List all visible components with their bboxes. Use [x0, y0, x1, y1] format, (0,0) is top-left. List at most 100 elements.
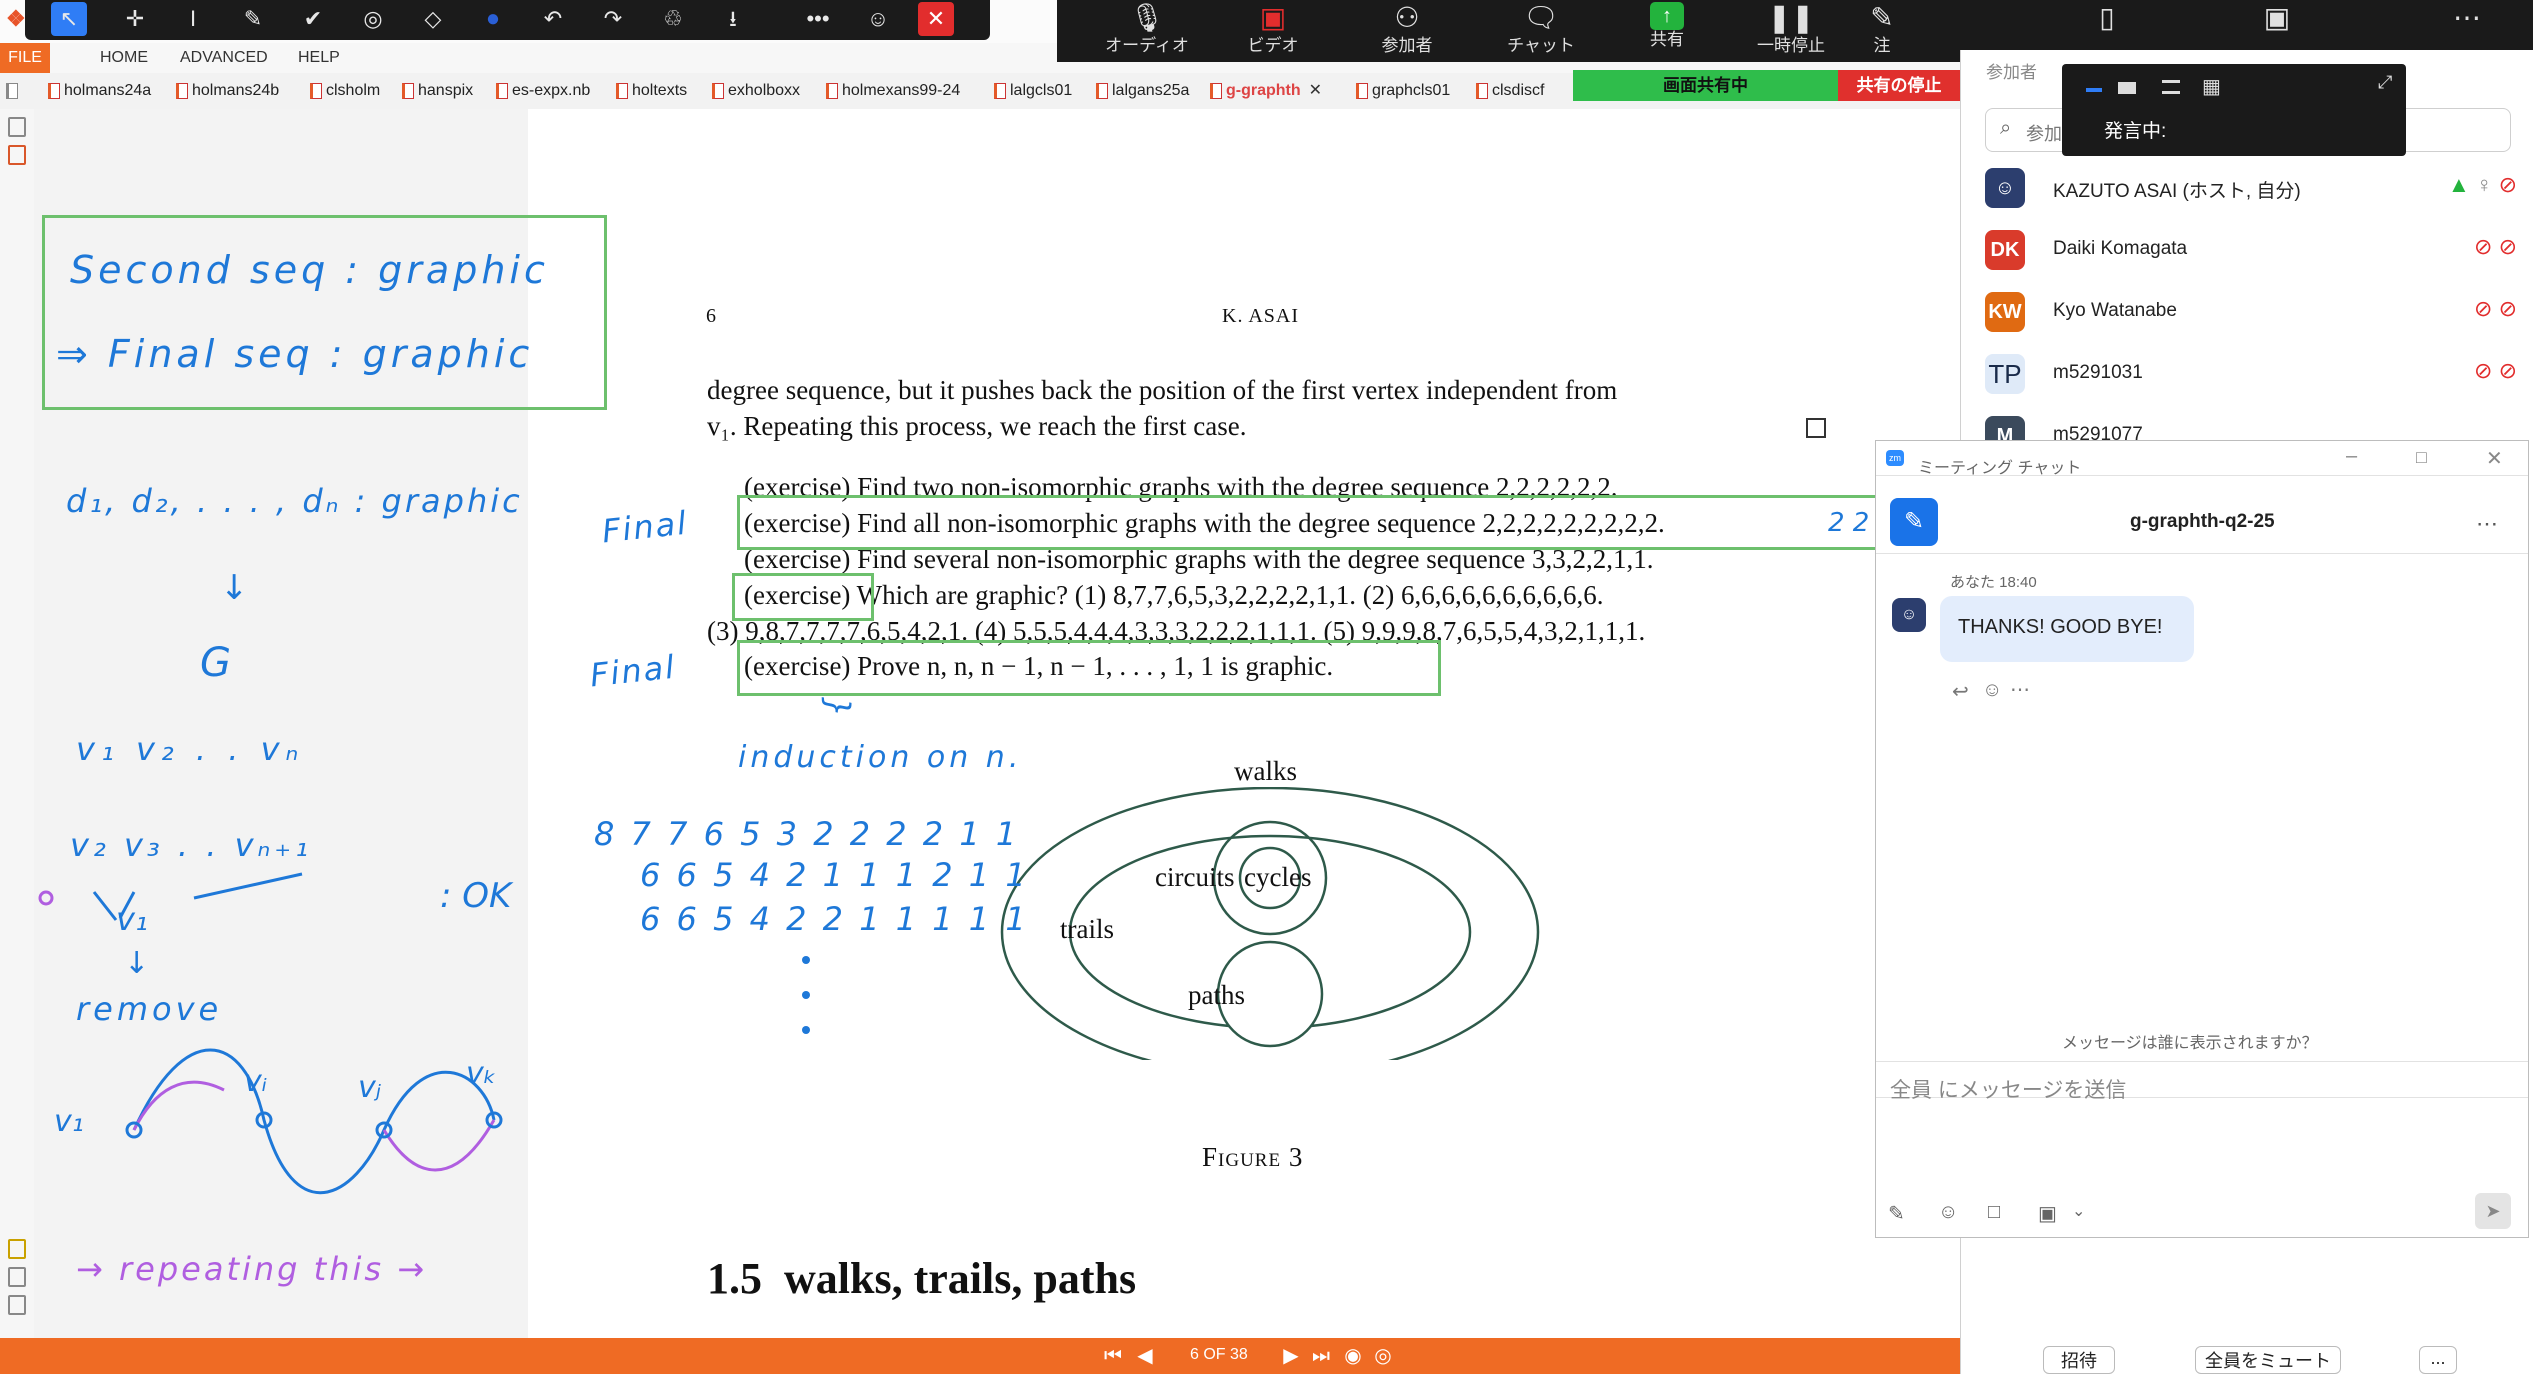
- doc-tab[interactable]: graphcls01: [1356, 77, 1450, 105]
- compose-icon[interactable]: ✎: [1890, 498, 1938, 546]
- doc-tab[interactable]: exholboxx: [712, 77, 800, 105]
- close-icon[interactable]: ✕: [2486, 446, 2503, 471]
- participants-button[interactable]: ⚇ 参加者: [1347, 0, 1467, 62]
- message-more-icon[interactable]: ⋯: [2010, 677, 2030, 702]
- doc-tab[interactable]: holmans24a: [48, 77, 151, 105]
- view-option-icon[interactable]: [2162, 80, 2180, 94]
- audio-label: オーディオ: [1105, 36, 1189, 55]
- annotate-button[interactable]: ✎ 注: [1857, 0, 1907, 62]
- participant-row[interactable]: ☺ KAZUTO ASAI (ホスト, 自分) ▲ ♀ ⊘: [1985, 162, 2525, 214]
- stamp-icon[interactable]: ◎: [355, 2, 391, 36]
- message-text: THANKS! GOOD BYE!: [1958, 616, 2163, 638]
- close-icon[interactable]: ✕: [918, 2, 954, 36]
- annotation-box: [737, 640, 1441, 696]
- video-button[interactable]: ▣ ビデオ: [1213, 0, 1333, 62]
- invite-button[interactable]: 招待: [2043, 1346, 2115, 1374]
- whiteboard-icon: ▣: [2263, 2, 2291, 33]
- ribbon-tab-advanced[interactable]: ADVANCED: [164, 43, 284, 73]
- chat-button[interactable]: 🗨︎ チャット: [1481, 0, 1601, 62]
- emoji-icon[interactable]: ☺: [1938, 1201, 1958, 1224]
- pen-icon[interactable]: ✎: [235, 2, 271, 36]
- eraser-icon[interactable]: ◇: [415, 2, 451, 36]
- first-page-icon[interactable]: ⏮: [1100, 1342, 1126, 1370]
- pdf-icon: [1476, 82, 1488, 99]
- chevron-down-icon[interactable]: ⌄: [2072, 1201, 2085, 1221]
- page-thumbnail-icon[interactable]: [8, 117, 26, 137]
- more-icon[interactable]: •••: [800, 2, 836, 36]
- doc-tab[interactable]: hanspix: [402, 77, 473, 105]
- mute-all-button[interactable]: 全員をミュート: [2195, 1346, 2341, 1374]
- ribbon-tab-help[interactable]: HELP: [282, 43, 356, 73]
- layers-icon[interactable]: [8, 1295, 26, 1315]
- select-icon[interactable]: ↖: [51, 2, 87, 36]
- video-off-icon: ⊘: [2498, 172, 2517, 197]
- left-tool-strip: [0, 109, 35, 1339]
- doc-tab[interactable]: holtexts: [616, 77, 687, 105]
- page-indicator[interactable]: 6 OF 38: [1190, 1346, 1248, 1364]
- participant-row[interactable]: M m5291077: [1985, 410, 2525, 440]
- participant-status-icons: ⊘ ⊘: [2474, 358, 2517, 384]
- participant-row[interactable]: DK Daiki Komagata ⊘ ⊘: [1985, 224, 2525, 276]
- participant-name: Daiki Komagata: [2053, 238, 2188, 259]
- color-icon[interactable]: ●: [475, 2, 511, 36]
- participant-row[interactable]: TP m5291031 ⊘ ⊘: [1985, 348, 2525, 400]
- doc-tab[interactable]: lalgcls01: [994, 77, 1072, 105]
- doc-tab-label: lalgcls01: [1010, 82, 1073, 99]
- tab-icon-list[interactable]: [6, 77, 22, 105]
- share-button[interactable]: ↑ 共有: [1607, 0, 1727, 62]
- save-icon[interactable]: ⭳: [715, 2, 751, 36]
- move-icon[interactable]: ✛: [117, 2, 153, 36]
- screen-sharing-status: 画面共有中: [1573, 70, 1838, 101]
- people-icon[interactable]: ☺: [860, 2, 896, 36]
- last-page-icon[interactable]: ⏭: [1308, 1342, 1334, 1370]
- doc-tab[interactable]: clsholm: [310, 77, 380, 105]
- label-trails: trails: [1060, 914, 1114, 944]
- participants-more-button[interactable]: ...: [2419, 1346, 2457, 1374]
- ribbon-tab-file[interactable]: FILE: [0, 43, 50, 73]
- attachment-icon[interactable]: [8, 1267, 26, 1287]
- minimize-icon[interactable]: –: [2346, 445, 2357, 468]
- undo-icon[interactable]: ↶: [535, 2, 571, 36]
- chat-more-icon[interactable]: ⋯: [2476, 511, 2498, 537]
- microphone-icon: ♀: [2475, 172, 2493, 197]
- audio-button[interactable]: 🎙︎ オーディオ: [1087, 0, 1207, 62]
- participant-row[interactable]: KW Kyo Watanabe ⊘ ⊘: [1985, 286, 2525, 338]
- doc-tab-active[interactable]: g-graphth ✕: [1210, 77, 1322, 105]
- doc-tab[interactable]: holmans24b: [176, 77, 279, 105]
- pause-button[interactable]: ❚❚ 一時停止: [1731, 0, 1851, 62]
- format-icon[interactable]: ✎: [1888, 1201, 1905, 1226]
- prev-page-icon[interactable]: ◀: [1132, 1342, 1158, 1370]
- file-icon[interactable]: □: [1988, 1201, 2000, 1224]
- trash-icon[interactable]: ♲: [655, 2, 691, 36]
- back-view-icon[interactable]: ◉: [1340, 1342, 1366, 1370]
- handwriting-note: 6 6 5 4 2 2 1 1 1 1 1: [640, 900, 1029, 938]
- expand-icon[interactable]: ⤢: [2378, 72, 2392, 93]
- bookmark-icon[interactable]: [8, 145, 26, 165]
- microphone-icon: 🎙︎: [1129, 2, 1165, 33]
- participants-panel-title: 参加者: [1986, 63, 2037, 82]
- chat-input[interactable]: 全員 にメッセージを送信: [1890, 1074, 2126, 1104]
- check-icon[interactable]: ✔: [295, 2, 331, 36]
- next-page-icon[interactable]: ▶: [1278, 1342, 1304, 1370]
- ribbon-tab-home[interactable]: HOME: [84, 43, 164, 73]
- grid-view-icon[interactable]: ▦: [2202, 74, 2221, 99]
- doc-tab[interactable]: clsdiscf: [1476, 77, 1544, 105]
- doc-tab[interactable]: es-expx.nb: [496, 77, 590, 105]
- text-cursor-icon[interactable]: I: [175, 2, 211, 36]
- doc-tab[interactable]: holmexans99-24: [826, 77, 960, 105]
- maximize-icon[interactable]: □: [2416, 447, 2427, 468]
- doc-tab[interactable]: lalgans25a: [1096, 77, 1189, 105]
- screenshot-icon[interactable]: ▣: [2038, 1201, 2057, 1226]
- avatar: KW: [1985, 292, 2025, 332]
- comment-icon[interactable]: [8, 1239, 26, 1259]
- view-option-icon[interactable]: [2118, 82, 2136, 94]
- send-icon[interactable]: ➤: [2475, 1193, 2511, 1229]
- forward-view-icon[interactable]: ◎: [1370, 1342, 1396, 1370]
- tab-close-icon[interactable]: ✕: [1309, 82, 1322, 99]
- message-visibility-link[interactable]: メッセージは誰に表示されますか？: [2062, 1029, 2318, 1053]
- view-option-icon[interactable]: [2086, 88, 2102, 92]
- reply-icon[interactable]: ↩: [1952, 679, 1969, 704]
- stop-share-button[interactable]: 共有の停止: [1838, 70, 1960, 101]
- add-reaction-icon[interactable]: ☺: [1982, 679, 2002, 702]
- redo-icon[interactable]: ↷: [595, 2, 631, 36]
